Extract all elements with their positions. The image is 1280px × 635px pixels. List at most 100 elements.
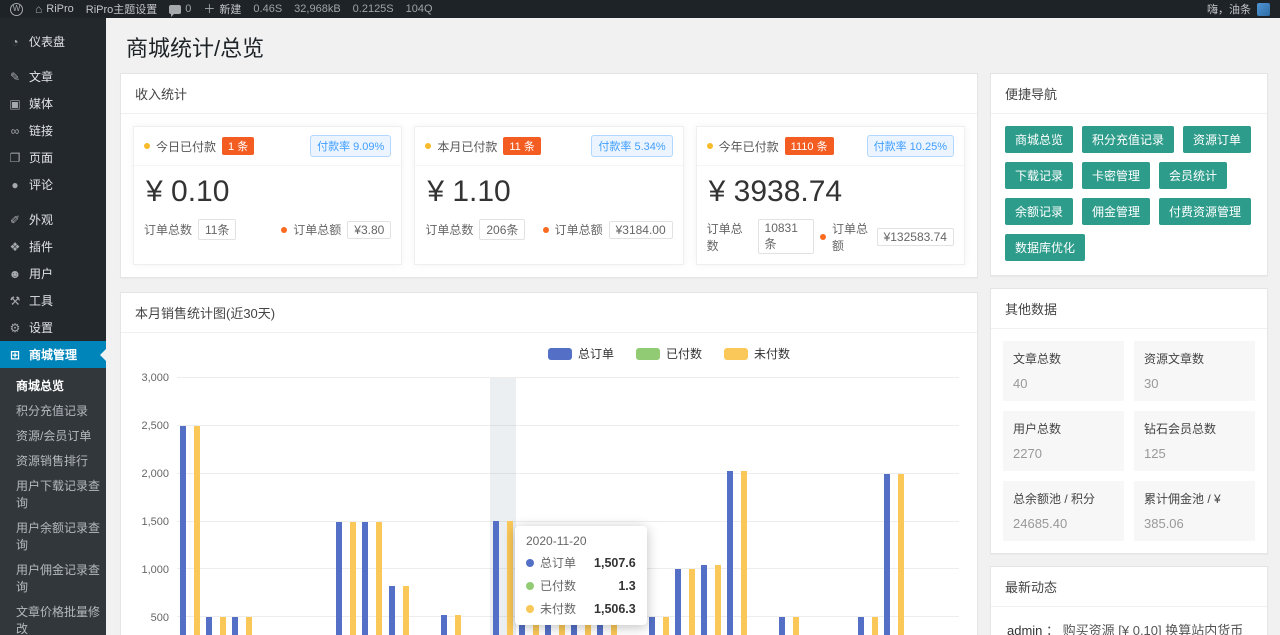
legend-item-已付数[interactable]: 已付数 bbox=[636, 345, 702, 362]
stat-value: 30 bbox=[1144, 376, 1245, 391]
bar-未付数 bbox=[194, 426, 200, 635]
submenu-item[interactable]: 资源销售排行 bbox=[0, 448, 106, 473]
stat-value: 2270 bbox=[1013, 446, 1114, 461]
sidebar-menu: ◔仪表盘 ✎文章▣媒体∞链接❐页面●评论 ✐外观❖插件☻用户⚒工具⚙设置⊞商城管理 bbox=[0, 18, 106, 368]
legend-item-总订单[interactable]: 总订单 bbox=[548, 345, 614, 362]
orders-count: 206条 bbox=[479, 219, 525, 240]
orders-count: 10831条 bbox=[758, 219, 814, 254]
legend-marker-icon bbox=[724, 348, 748, 360]
yellow-dot-icon bbox=[425, 143, 431, 149]
bar-group bbox=[855, 378, 881, 635]
series-dot-icon bbox=[526, 582, 534, 590]
sidebar-item-pages[interactable]: ❐页面 bbox=[0, 144, 106, 171]
submenu-item[interactable]: 积分充值记录 bbox=[0, 398, 106, 423]
bar-group bbox=[386, 378, 412, 635]
other-data-stat: 总余额池 / 积分24685.40 bbox=[1003, 481, 1124, 541]
user-greeting[interactable]: 嗨，油条 bbox=[1207, 1, 1251, 17]
sidebar-item-label: 链接 bbox=[29, 122, 53, 139]
tooltip-value: 1,507.6 bbox=[582, 556, 636, 570]
sidebar-item-users[interactable]: ☻用户 bbox=[0, 260, 106, 287]
tooltip-row: 总订单 1,507.6 bbox=[526, 554, 636, 571]
submenu-item[interactable]: 用户下载记录查询 bbox=[0, 473, 106, 515]
quick-nav-button[interactable]: 余额记录 bbox=[1005, 198, 1073, 225]
bar-group bbox=[881, 378, 907, 635]
bar-group bbox=[907, 378, 933, 635]
quick-nav-button[interactable]: 佣金管理 bbox=[1082, 198, 1150, 225]
cart-icon: ⊞ bbox=[8, 349, 22, 361]
submenu-item[interactable]: 用户余额记录查询 bbox=[0, 515, 106, 557]
sidebar-item-tools[interactable]: ⚒工具 bbox=[0, 287, 106, 314]
legend-item-未付数[interactable]: 未付数 bbox=[724, 345, 790, 362]
tooltip-series-name: 总订单 bbox=[540, 554, 576, 571]
bar-总订单 bbox=[649, 617, 655, 635]
quick-nav-button[interactable]: 商城总览 bbox=[1005, 126, 1073, 153]
submenu-item[interactable]: 文章价格批量修改 bbox=[0, 599, 106, 635]
comments-shortcut[interactable]: 0 bbox=[169, 3, 191, 15]
tooltip-value: 1,506.3 bbox=[582, 602, 636, 616]
tooltip-row: 已付数1.3 bbox=[526, 577, 636, 594]
sidebar-item-media[interactable]: ▣媒体 bbox=[0, 90, 106, 117]
quick-nav-button[interactable]: 付费资源管理 bbox=[1159, 198, 1251, 225]
bar-未付数 bbox=[220, 617, 226, 635]
y-tick-label: 1,000 bbox=[141, 564, 169, 576]
avatar[interactable] bbox=[1257, 3, 1270, 16]
sidebar-item-cart[interactable]: ⊞商城管理 bbox=[0, 341, 106, 368]
quick-nav-button[interactable]: 积分充值记录 bbox=[1082, 126, 1174, 153]
sidebar-item-plugins[interactable]: ❖插件 bbox=[0, 233, 106, 260]
activity-item: admin ： 购买资源 [¥ 0.10] 换算站内货币=1.002020-11… bbox=[1005, 609, 1253, 635]
income-panel-title: 收入统计 bbox=[121, 74, 977, 114]
y-tick-label: 1,500 bbox=[141, 516, 169, 528]
sidebar-item-settings[interactable]: ⚙设置 bbox=[0, 314, 106, 341]
bar-group bbox=[464, 378, 490, 635]
orange-dot-icon bbox=[820, 234, 826, 240]
yellow-dot-icon bbox=[707, 143, 713, 149]
quick-nav-button[interactable]: 资源订单 bbox=[1183, 126, 1251, 153]
submenu-item[interactable]: 用户佣金记录查询 bbox=[0, 557, 106, 599]
bar-group bbox=[438, 378, 464, 635]
quick-nav-button[interactable]: 下载记录 bbox=[1005, 162, 1073, 189]
bar-总订单 bbox=[884, 474, 890, 635]
stat-card-today: 今日已付款 1 条 付款率 9.09% ¥ 0.10 订单总数 11条 订单总额… bbox=[133, 126, 402, 265]
new-content-button[interactable]: ＋ 新建 bbox=[203, 1, 241, 17]
submenu-item[interactable]: 商城总览 bbox=[0, 373, 106, 398]
site-link[interactable]: ⌂ RiPro bbox=[35, 3, 74, 15]
perf-stat-queries: 104Q bbox=[406, 3, 433, 15]
income-panel: 收入统计 今日已付款 1 条 付款率 9.09% ¥ 0.10 订单总数 11条 bbox=[120, 73, 978, 278]
other-data-stat: 资源文章数 30 bbox=[1134, 341, 1255, 401]
income-cards: 今日已付款 1 条 付款率 9.09% ¥ 0.10 订单总数 11条 订单总额… bbox=[121, 114, 977, 277]
wordpress-logo-menu[interactable]: W bbox=[10, 3, 23, 16]
bar-未付数 bbox=[898, 474, 904, 635]
quick-nav-button[interactable]: 会员统计 bbox=[1159, 162, 1227, 189]
quick-nav-button[interactable]: 数据库优化 bbox=[1005, 234, 1085, 261]
chart-panel-title: 本月销售统计图(近30天) bbox=[121, 293, 977, 333]
tooltip-row: 未付数1,506.3 bbox=[526, 600, 636, 617]
total-amount: ¥3.80 bbox=[347, 221, 391, 239]
chart-plot: 2020-11-20 总订单1,507.6已付数1.3未付数1,506.3 bbox=[177, 378, 959, 635]
bar-group bbox=[203, 378, 229, 635]
sidebar-item-links[interactable]: ∞链接 bbox=[0, 117, 106, 144]
quick-nav-button[interactable]: 卡密管理 bbox=[1082, 162, 1150, 189]
sidebar-item-appearance[interactable]: ✐外观 bbox=[0, 206, 106, 233]
sidebar-item-posts[interactable]: ✎文章 bbox=[0, 63, 106, 90]
orange-dot-icon bbox=[281, 227, 287, 233]
bar-未付数 bbox=[403, 586, 409, 635]
series-dot-icon bbox=[526, 559, 534, 567]
stat-label: 资源文章数 bbox=[1144, 350, 1245, 367]
stat-value: 125 bbox=[1144, 446, 1245, 461]
bar-未付数 bbox=[793, 617, 799, 635]
sidebar-item-label: 工具 bbox=[29, 292, 53, 309]
sidebar-item-comments[interactable]: ●评论 bbox=[0, 171, 106, 198]
comments-count: 0 bbox=[185, 3, 191, 15]
submenu-item[interactable]: 资源/会员订单 bbox=[0, 423, 106, 448]
users-icon: ☻ bbox=[8, 268, 22, 280]
site-name: RiPro bbox=[46, 3, 74, 15]
yellow-dot-icon bbox=[144, 143, 150, 149]
sidebar-submenu: 商城总览积分充值记录资源/会员订单资源销售排行用户下载记录查询用户余额记录查询用… bbox=[0, 368, 106, 635]
activity-user: admin bbox=[1007, 623, 1042, 635]
bar-未付数 bbox=[507, 521, 513, 635]
other-data-stat: 累计佣金池 / ¥385.06 bbox=[1134, 481, 1255, 541]
sidebar-item-dashboard[interactable]: ◔仪表盘 bbox=[0, 28, 106, 55]
menu-separator bbox=[0, 55, 106, 63]
perf-stat-time2: 0.2125S bbox=[353, 3, 394, 15]
admin-bar-theme-settings[interactable]: RiPro主题设置 bbox=[86, 1, 158, 17]
